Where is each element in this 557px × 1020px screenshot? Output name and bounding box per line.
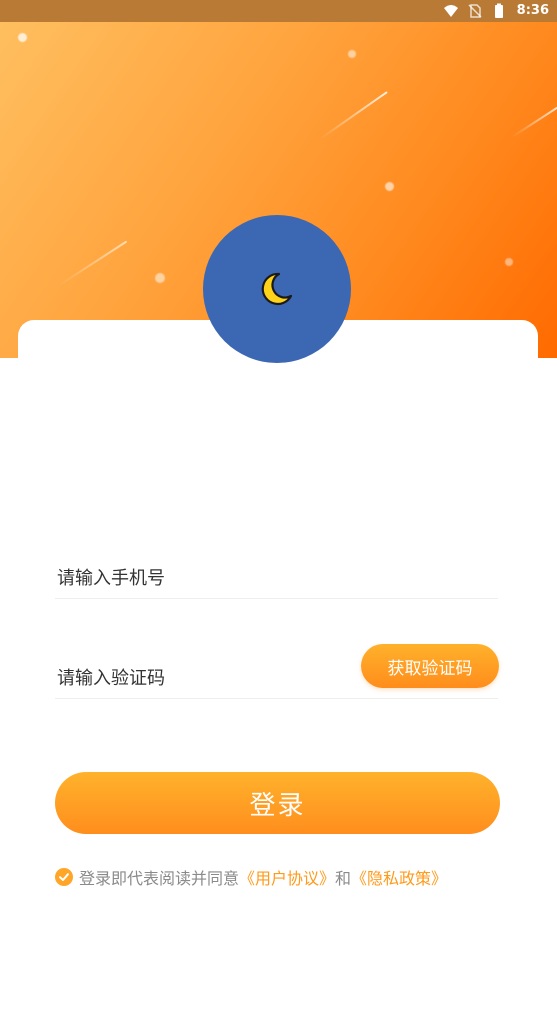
meteor-decoration — [511, 103, 557, 138]
agreement-prefix: 登录即代表阅读并同意 — [79, 869, 240, 888]
moon-icon — [261, 272, 293, 306]
status-icons — [443, 3, 507, 19]
phone-placeholder: 请输入手机号 — [57, 568, 165, 589]
meteor-decoration — [319, 91, 388, 140]
battery-icon — [495, 3, 503, 18]
star-decoration — [348, 50, 356, 58]
star-decoration — [155, 273, 165, 283]
privacy-policy-link[interactable]: 《隐私政策》 — [351, 865, 447, 889]
user-agreement-link[interactable]: 《用户协议》 — [239, 865, 335, 889]
clock: 8:36 — [516, 3, 549, 18]
app-logo-avatar — [203, 215, 351, 363]
wifi-icon — [444, 5, 458, 17]
agree-checkbox[interactable] — [55, 868, 73, 886]
check-icon — [59, 873, 69, 881]
status-bar: 8:36 — [0, 0, 557, 22]
star-decoration — [18, 33, 27, 42]
star-decoration — [505, 258, 513, 266]
phone-input[interactable]: 请输入手机号 — [55, 558, 498, 599]
code-placeholder: 请输入验证码 — [57, 668, 165, 689]
star-decoration — [385, 182, 394, 191]
login-button[interactable]: 登录 — [55, 772, 500, 834]
no-sim-icon — [468, 4, 482, 18]
meteor-decoration — [57, 240, 128, 287]
get-code-button[interactable]: 获取验证码 — [361, 644, 499, 688]
agreement-conjunction: 和 — [335, 869, 352, 888]
agreement-row: 登录即代表阅读并同意 《用户协议》 和 《隐私政策》 — [55, 866, 447, 888]
